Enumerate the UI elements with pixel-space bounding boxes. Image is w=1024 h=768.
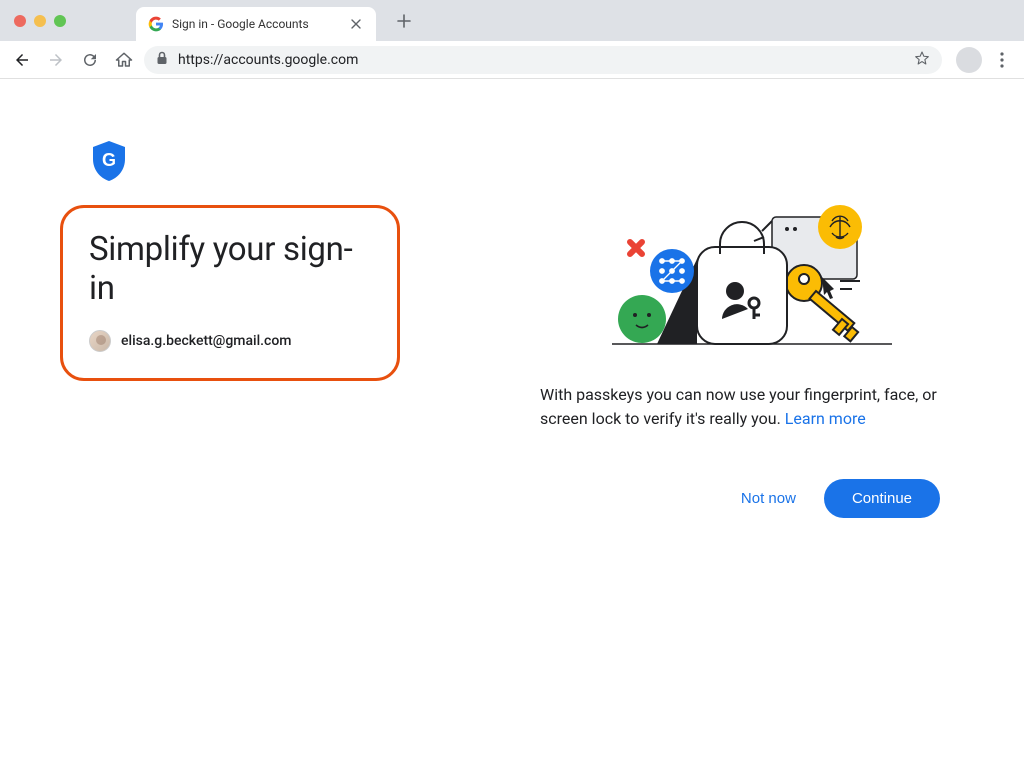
passkey-illustration (582, 199, 922, 359)
browser-tab[interactable]: Sign in - Google Accounts (136, 7, 376, 41)
window-maximize-button[interactable] (54, 15, 66, 27)
page-title: Simplify your sign-in (89, 230, 371, 308)
passkey-description: With passkeys you can now use your finge… (540, 383, 940, 431)
tab-title: Sign in - Google Accounts (172, 17, 340, 31)
url-text: https://accounts.google.com (178, 52, 904, 68)
window-close-button[interactable] (14, 15, 26, 27)
tab-close-button[interactable] (348, 16, 364, 32)
browser-toolbar: https://accounts.google.com (0, 41, 1024, 79)
browser-tab-strip: Sign in - Google Accounts (0, 0, 1024, 41)
signin-prompt-box: Simplify your sign-in elisa.g.beckett@gm… (60, 205, 400, 381)
not-now-button[interactable]: Not now (741, 490, 796, 507)
description-text: With passkeys you can now use your finge… (540, 385, 937, 428)
left-pane: G Simplify your sign-in elisa.g.beckett@… (60, 139, 500, 518)
svg-text:G: G (102, 150, 116, 170)
right-pane: With passkeys you can now use your finge… (540, 139, 964, 518)
lock-icon (156, 51, 168, 69)
account-chip[interactable]: elisa.g.beckett@gmail.com (89, 330, 371, 352)
google-shield-icon: G (90, 139, 500, 187)
continue-button[interactable]: Continue (824, 479, 940, 518)
bookmark-star-icon[interactable] (914, 50, 930, 70)
browser-menu-button[interactable] (988, 46, 1016, 74)
window-controls (14, 15, 66, 27)
reload-button[interactable] (76, 46, 104, 74)
address-bar[interactable]: https://accounts.google.com (144, 46, 942, 74)
back-button[interactable] (8, 46, 36, 74)
action-buttons: Not now Continue (540, 479, 940, 518)
google-favicon-icon (148, 16, 164, 32)
forward-button[interactable] (42, 46, 70, 74)
new-tab-button[interactable] (390, 7, 418, 35)
home-button[interactable] (110, 46, 138, 74)
page-content: G Simplify your sign-in elisa.g.beckett@… (0, 79, 1024, 518)
account-email: elisa.g.beckett@gmail.com (121, 333, 291, 349)
account-avatar-icon (89, 330, 111, 352)
window-minimize-button[interactable] (34, 15, 46, 27)
learn-more-link[interactable]: Learn more (785, 409, 866, 428)
profile-avatar[interactable] (956, 47, 982, 73)
